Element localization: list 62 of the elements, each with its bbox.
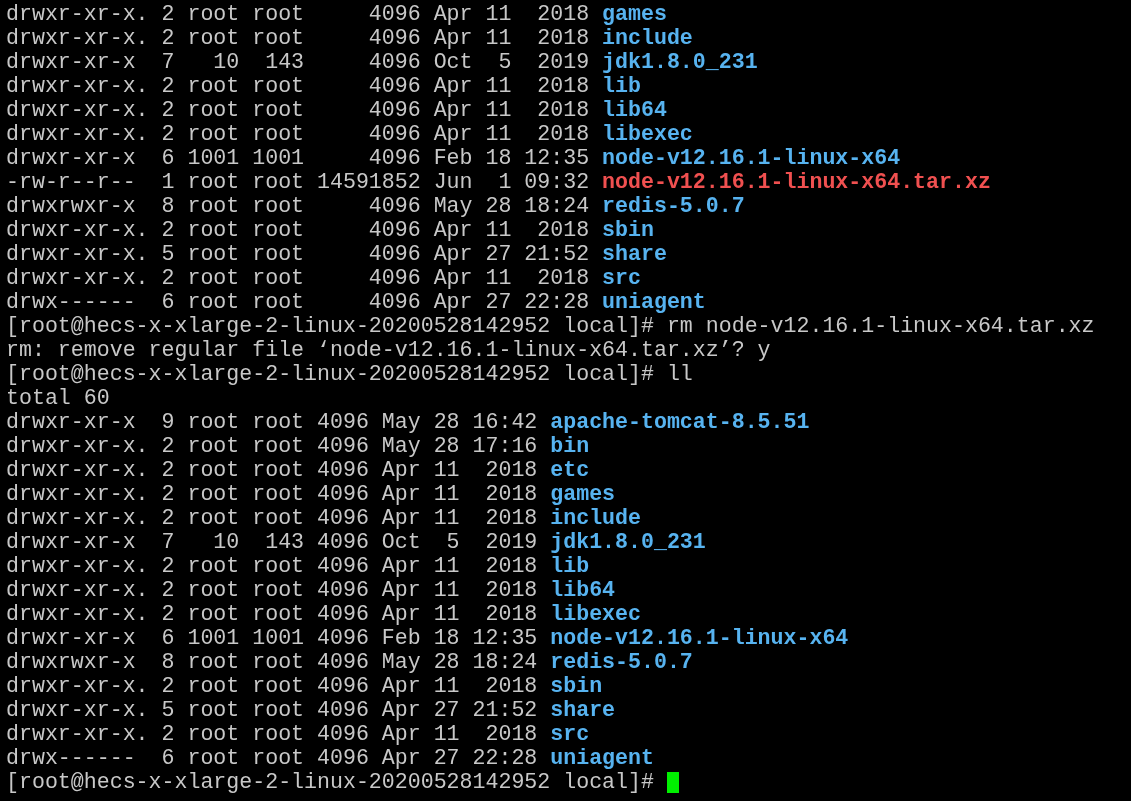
file-name: sbin xyxy=(602,218,654,242)
file-name: lib64 xyxy=(550,578,616,602)
file-name: node-v12.16.1-linux-x64 xyxy=(550,626,849,650)
file-info: drwxr-xr-x. 2 root root 4096 Apr 11 2018 xyxy=(6,554,538,578)
file-info: drwxr-xr-x. 5 root root 4096 Apr 27 21:52 xyxy=(6,698,538,722)
file-name: jdk1.8.0_231 xyxy=(550,530,706,554)
file-info: drwxr-xr-x. 2 root root 4096 Apr 11 2018 xyxy=(6,578,538,602)
file-name: sbin xyxy=(550,674,603,698)
file-info: drwxr-xr-x 6 1001 1001 4096 Feb 18 12:35 xyxy=(6,146,590,170)
file-info: drwxr-xr-x 9 root root 4096 May 28 16:42 xyxy=(6,410,538,434)
file-info: drwxr-xr-x. 5 root root 4096 Apr 27 21:52 xyxy=(6,242,590,266)
file-info: drwxr-xr-x. 2 root root 4096 Apr 11 2018 xyxy=(6,722,538,746)
file-info: drwx------ 6 root root 4096 Apr 27 22:28 xyxy=(6,746,538,770)
prompt-line: [root@hecs-x-xlarge-2-linux-20200528142952 local]# xyxy=(6,770,654,794)
file-name: bin xyxy=(550,434,590,458)
file-info: drwxr-xr-x 6 1001 1001 4096 Feb 18 12:35 xyxy=(6,626,538,650)
output-line: total 60 xyxy=(6,386,110,410)
file-name: lib64 xyxy=(602,98,667,122)
file-info: drwxrwxr-x 8 root root 4096 May 28 18:24 xyxy=(6,650,538,674)
file-info: drwxr-xr-x. 2 root root 4096 Apr 11 2018 xyxy=(6,482,538,506)
file-name: src xyxy=(602,266,641,290)
file-info: -rw-r--r-- 1 root root 14591852 Jun 1 09:32 xyxy=(6,170,590,194)
file-name: games xyxy=(602,2,667,26)
file-info: drwxr-xr-x. 2 root root 4096 Apr 11 2018 xyxy=(6,218,590,242)
file-name: libexec xyxy=(602,122,693,146)
file-info: drwxr-xr-x. 2 root root 4096 Apr 11 2018 xyxy=(6,26,590,50)
output-line: rm: remove regular file ‘node-v12.16.1-linux-x64.tar.xz’? y xyxy=(6,338,771,362)
file-info: drwxr-xr-x. 2 root root 4096 Apr 11 2018 xyxy=(6,266,590,290)
file-info: drwxr-xr-x. 2 root root 4096 Apr 11 2018 xyxy=(6,122,590,146)
file-name: jdk1.8.0_231 xyxy=(602,50,758,74)
file-name: include xyxy=(602,26,693,50)
file-info: drwxr-xr-x 7 10 143 4096 Oct 5 2019 xyxy=(6,50,590,74)
file-info: drwxr-xr-x. 2 root root 4096 Apr 11 2018 xyxy=(6,674,538,698)
file-name: libexec xyxy=(550,602,641,626)
file-name: apache-tomcat-8.5.51 xyxy=(550,410,810,434)
file-name: uniagent xyxy=(550,746,654,770)
file-info: drwxr-xr-x. 2 root root 4096 Apr 11 2018 xyxy=(6,602,538,626)
file-name: uniagent xyxy=(602,290,706,314)
file-info: drwxr-xr-x 7 10 143 4096 Oct 5 2019 xyxy=(6,530,538,554)
file-name: etc xyxy=(550,458,590,482)
file-name: redis-5.0.7 xyxy=(550,650,693,674)
file-name: src xyxy=(550,722,590,746)
file-name: share xyxy=(602,242,667,266)
file-info: drwxrwxr-x 8 root root 4096 May 28 18:24 xyxy=(6,194,590,218)
file-info: drwxr-xr-x. 2 root root 4096 Apr 11 2018 xyxy=(6,506,538,530)
cursor-icon xyxy=(666,771,679,793)
file-name: node-v12.16.1-linux-x64.tar.xz xyxy=(602,170,991,194)
file-info: drwxr-xr-x. 2 root root 4096 Apr 11 2018 xyxy=(6,458,538,482)
file-name: include xyxy=(550,506,641,530)
file-info: drwxr-xr-x. 2 root root 4096 Apr 11 2018 xyxy=(6,2,590,26)
file-info: drwxr-xr-x. 2 root root 4096 May 28 17:16 xyxy=(6,434,538,458)
prompt-line: [root@hecs-x-xlarge-2-linux-20200528142952 local]# ll xyxy=(6,362,693,386)
file-info: drwxr-xr-x. 2 root root 4096 Apr 11 2018 xyxy=(6,98,590,122)
file-name: share xyxy=(550,698,616,722)
prompt-line: [root@hecs-x-xlarge-2-linux-20200528142952 local]# rm node-v12.16.1-linux-x64.tar.xz xyxy=(6,314,1095,338)
file-name: lib xyxy=(602,74,641,98)
file-name: node-v12.16.1-linux-x64 xyxy=(602,146,901,170)
file-name: games xyxy=(550,482,616,506)
file-name: redis-5.0.7 xyxy=(602,194,745,218)
file-info: drwxr-xr-x. 2 root root 4096 Apr 11 2018 xyxy=(6,74,590,98)
file-name: lib xyxy=(550,554,590,578)
file-info: drwx------ 6 root root 4096 Apr 27 22:28 xyxy=(6,290,590,314)
